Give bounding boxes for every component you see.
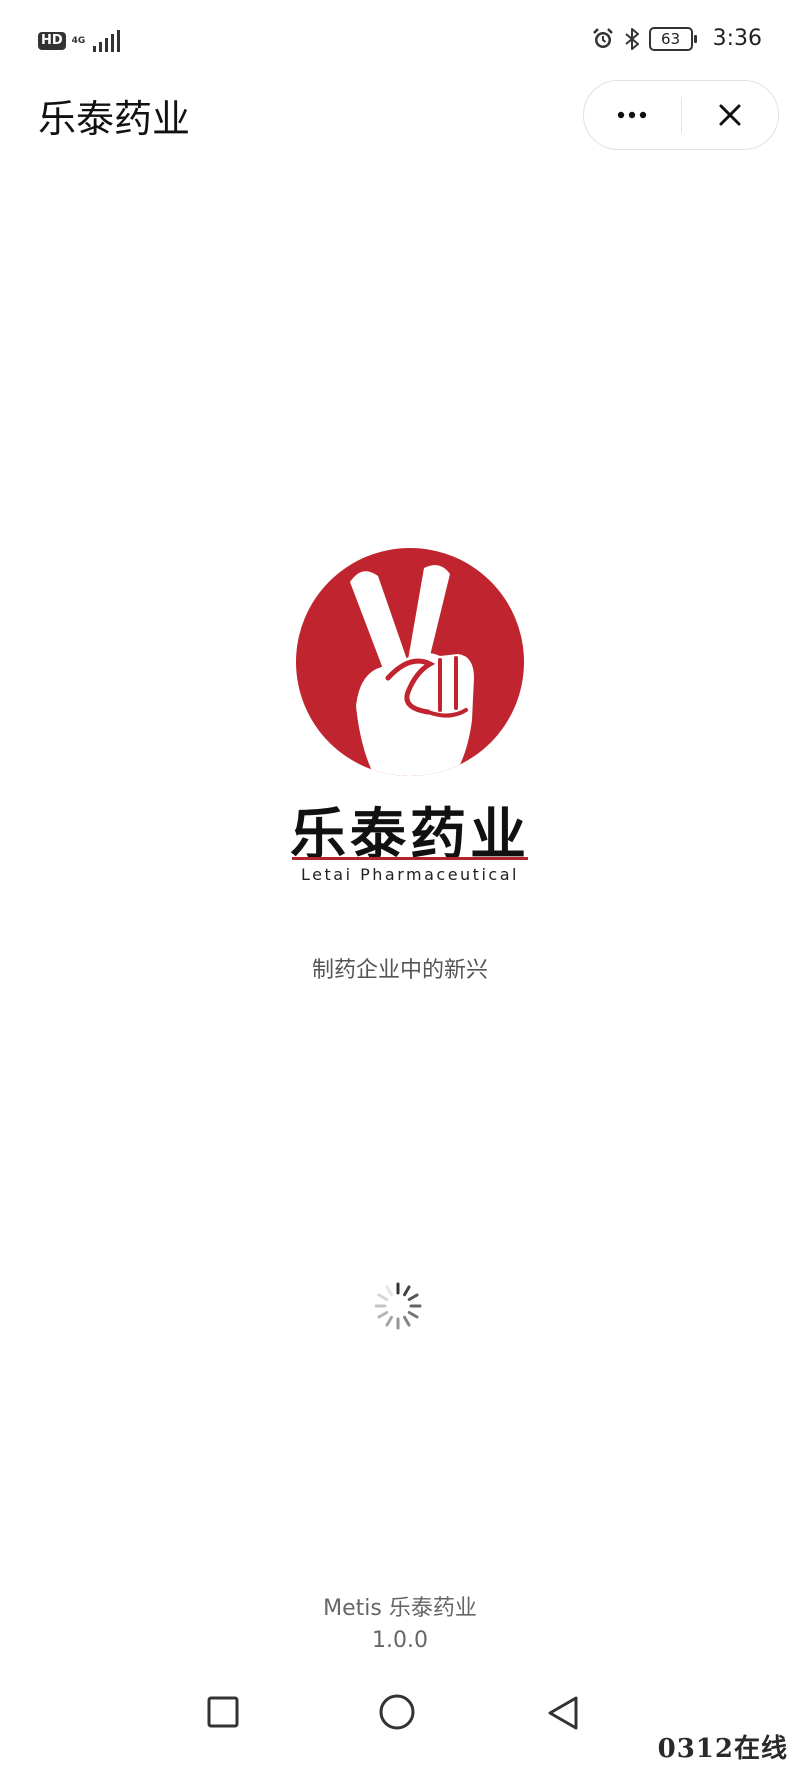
loading-spinner: [372, 1280, 424, 1332]
brand-logo: [290, 542, 530, 792]
status-time: 3:36: [712, 26, 762, 51]
loading-spinner-icon: [374, 1282, 422, 1330]
status-bar-right: 63 3:36: [591, 26, 762, 51]
slogan: 制药企业中的新兴: [311, 958, 488, 983]
status-bar: HD 4G 63 3:36: [0, 0, 800, 90]
alarm-clock-icon: [592, 27, 613, 48]
battery-indicator: 63: [648, 26, 697, 51]
close-button[interactable]: [682, 81, 779, 149]
page-title: 乐泰药业: [38, 97, 191, 141]
app-version: 1.0.0: [372, 1628, 428, 1653]
brand-subtitle: Letai Pharmaceutical: [301, 865, 519, 884]
recents-button[interactable]: [206, 1695, 240, 1733]
brand-underline: [292, 857, 528, 860]
watermark: 0312在线: [657, 1734, 788, 1764]
more-dots-icon: [618, 111, 647, 119]
circle-home-icon: [379, 1694, 415, 1730]
bluetooth-icon: [624, 27, 639, 50]
status-bar-left: HD 4G: [38, 30, 123, 52]
more-button[interactable]: [584, 81, 681, 149]
network-type-label: 4G: [71, 35, 86, 46]
capsule-menu: [583, 80, 779, 150]
signal-bars-icon: [93, 30, 121, 52]
app-name: Metis 乐泰药业: [323, 1596, 477, 1621]
network-type: 4G: [71, 35, 86, 46]
back-button[interactable]: [546, 1695, 580, 1735]
triangle-back-icon: [548, 1696, 578, 1730]
hd-badge: HD: [38, 32, 66, 50]
home-button[interactable]: [378, 1693, 416, 1735]
mini-program-navbar: 乐泰药业: [0, 80, 800, 160]
square-recents-icon: [207, 1696, 239, 1728]
close-icon: [719, 104, 741, 126]
peace-hand-logo-icon: [296, 548, 524, 776]
